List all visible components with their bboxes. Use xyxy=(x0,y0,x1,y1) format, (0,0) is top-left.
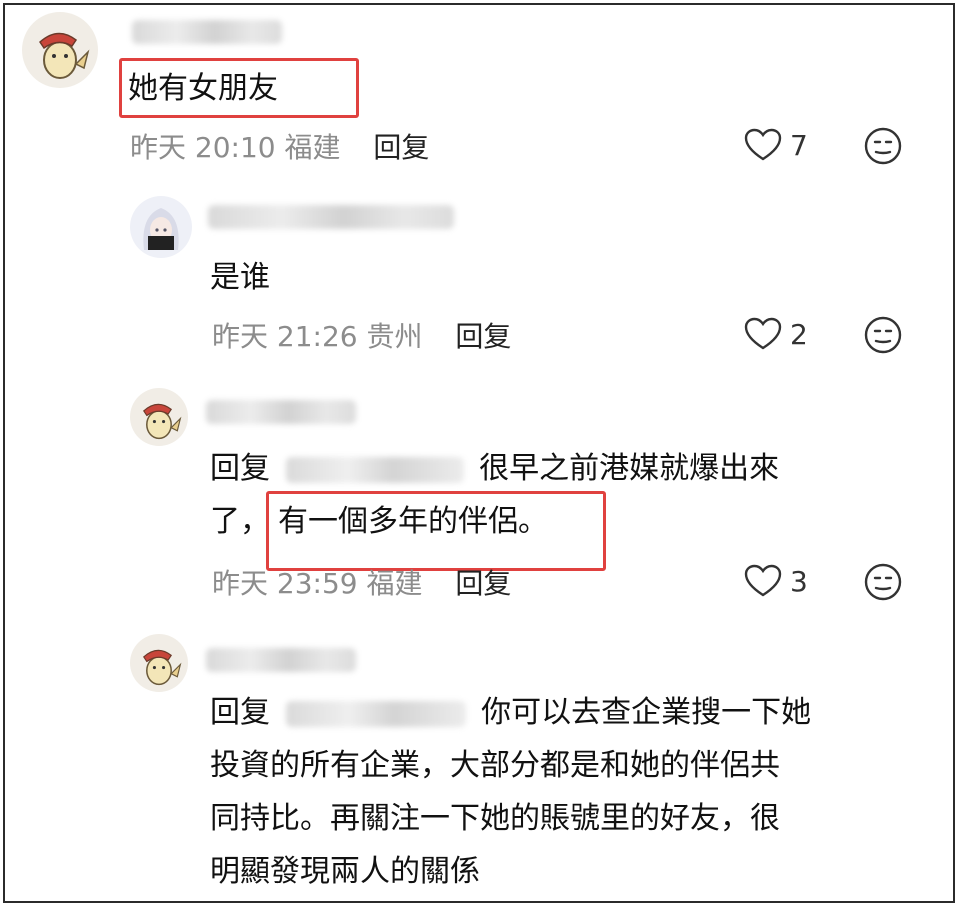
timestamp: 昨天 23:59 xyxy=(212,567,358,600)
highlight-box xyxy=(119,58,359,118)
comment-text: 回复 你可以去查企業搜一下她 投資的所有企業，大部分都是和她的伴侶共 同持比。再… xyxy=(210,686,811,898)
like-count: 3 xyxy=(790,564,808,598)
avatar-anime-girl-icon xyxy=(143,208,179,250)
like-button[interactable]: 2 xyxy=(744,317,808,351)
username-blurred[interactable] xyxy=(206,648,356,672)
location: 福建 xyxy=(284,131,341,164)
username-blurred[interactable] xyxy=(206,400,356,424)
comment-meta: 昨天 20:10 福建 回复 xyxy=(130,126,429,166)
reply-button[interactable]: 回复 xyxy=(373,131,429,164)
avatar-pikachu-icon xyxy=(39,32,90,79)
username-blurred[interactable] xyxy=(208,205,454,229)
heart-outline-icon xyxy=(744,128,782,161)
heart-outline-icon xyxy=(744,564,782,597)
heart-outline-icon xyxy=(744,317,782,350)
emoji-face-icon[interactable] xyxy=(864,316,902,354)
highlight-box xyxy=(266,491,606,571)
avatar[interactable] xyxy=(130,388,188,446)
like-button[interactable]: 7 xyxy=(744,128,808,162)
comment-line-3: 同持比。再關注一下她的賬號里的好友，很 xyxy=(210,801,780,836)
location: 福建 xyxy=(366,567,423,600)
username-blurred[interactable] xyxy=(132,20,282,44)
comment-line-1: 很早之前港媒就爆出來 xyxy=(479,451,780,486)
avatar[interactable] xyxy=(130,196,192,258)
location: 贵州 xyxy=(366,320,423,353)
reply-prefix: 回复 xyxy=(210,695,270,730)
comment-line-2: 投資的所有企業，大部分都是和她的伴侶共 xyxy=(210,748,780,783)
like-count: 2 xyxy=(790,317,808,351)
mention-blurred[interactable] xyxy=(285,456,464,483)
comment-meta: 昨天 21:26 贵州 回复 xyxy=(212,315,511,355)
like-button[interactable]: 3 xyxy=(744,564,808,598)
comment-line-1: 你可以去查企業搜一下她 xyxy=(481,695,812,730)
mention-blurred[interactable] xyxy=(285,700,466,727)
like-count: 7 xyxy=(790,128,808,162)
reply-prefix: 回复 xyxy=(210,451,270,486)
comment-meta: 昨天 23:59 福建 回复 xyxy=(212,562,511,602)
timestamp: 昨天 20:10 xyxy=(130,131,276,164)
reply-button[interactable]: 回复 xyxy=(455,567,511,600)
emoji-face-icon[interactable] xyxy=(864,563,902,601)
avatar[interactable] xyxy=(130,634,188,692)
timestamp: 昨天 21:26 xyxy=(212,320,358,353)
avatar-pikachu-icon xyxy=(142,403,182,440)
emoji-face-icon[interactable] xyxy=(864,127,902,165)
reply-button[interactable]: 回复 xyxy=(455,320,511,353)
avatar[interactable] xyxy=(22,12,98,88)
avatar-pikachu-icon xyxy=(142,649,182,686)
comment-line-2a: 了， xyxy=(210,504,270,539)
comment-text: 是谁 xyxy=(210,260,270,295)
